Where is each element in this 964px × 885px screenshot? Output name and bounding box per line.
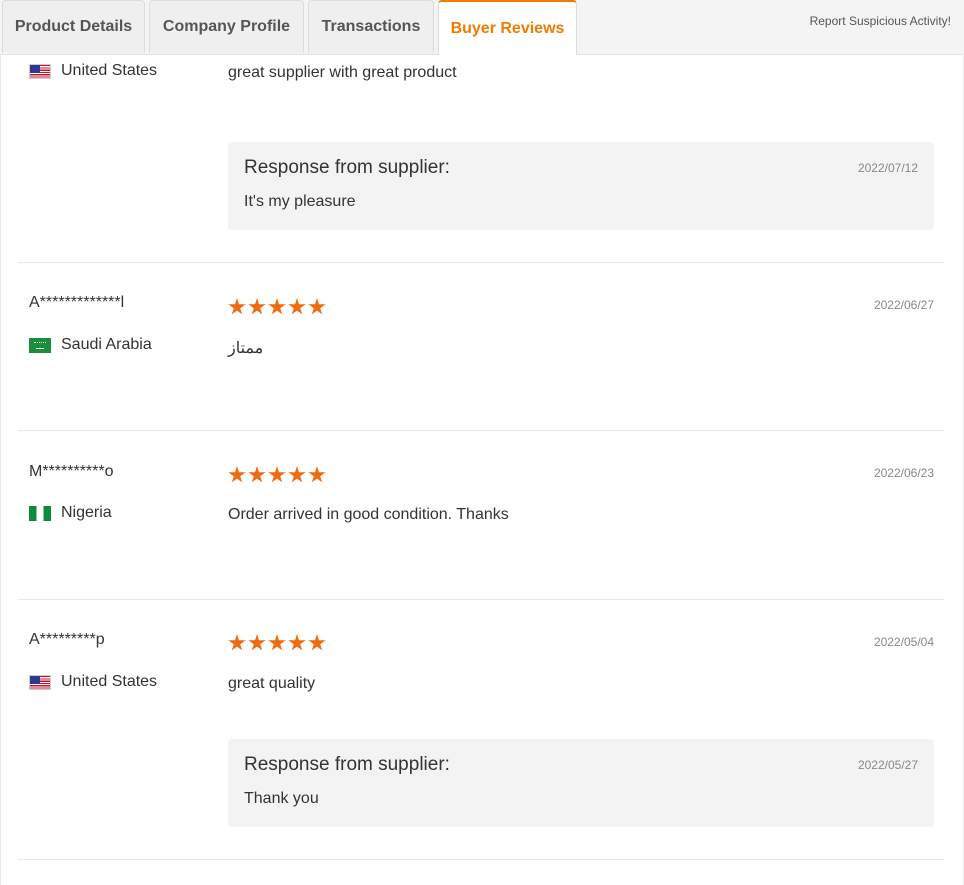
tab-buyer-reviews[interactable]: Buyer Reviews — [438, 0, 577, 55]
buyer-country: Saudi Arabia — [29, 336, 152, 354]
star-icon — [288, 298, 306, 315]
review-comment: ممتاز — [228, 340, 264, 357]
response-title: Response from supplier: — [244, 157, 450, 178]
tab-bar: Product Details Company Profile Transact… — [0, 0, 964, 55]
review-comment: Order arrived in good condition. Thanks — [228, 506, 509, 523]
review-item: A*********p 2022/05/04 United States gre… — [18, 600, 944, 860]
star-icon — [268, 298, 286, 315]
supplier-response: Response from supplier: 2022/05/27 Thank… — [228, 739, 934, 827]
star-icon — [308, 466, 326, 483]
country-label: Saudi Arabia — [61, 336, 152, 353]
tab-product-details[interactable]: Product Details — [2, 0, 145, 53]
star-rating — [228, 298, 328, 316]
star-icon — [228, 466, 246, 483]
star-icon — [228, 298, 246, 315]
sa-flag-icon — [29, 337, 51, 353]
star-icon — [308, 298, 326, 315]
country-label: United States — [61, 62, 158, 79]
review-item: United States great supplier with great … — [18, 54, 944, 263]
response-text: It's my pleasure — [244, 193, 356, 210]
tab-transactions[interactable]: Transactions — [308, 0, 434, 53]
review-date: 2022/05/04 — [873, 635, 934, 649]
buyer-country: United States — [29, 62, 157, 80]
star-icon — [268, 466, 286, 483]
review-date: 2022/06/23 — [873, 466, 934, 480]
review-item: M**********o 2022/06/23 Nigeria Order ar… — [18, 431, 944, 600]
star-icon — [248, 466, 266, 483]
ng-flag-icon — [29, 505, 51, 521]
buyer-country: United States — [29, 673, 157, 691]
tab-company-profile[interactable]: Company Profile — [149, 0, 304, 53]
response-text: Thank you — [244, 790, 319, 807]
us-flag-icon — [29, 63, 51, 79]
us-flag-icon — [29, 674, 51, 690]
star-icon — [248, 634, 266, 651]
review-item: A*************l 2022/06/27 Saudi Arabia … — [18, 262, 944, 431]
review-date: 2022/06/27 — [873, 298, 934, 312]
buyer-name: A*************l — [29, 294, 125, 311]
country-label: Nigeria — [61, 504, 112, 521]
reviews-list: United States great supplier with great … — [0, 54, 964, 885]
country-label: United States — [61, 673, 158, 690]
star-rating — [228, 466, 328, 484]
star-icon — [308, 634, 326, 651]
star-icon — [288, 466, 306, 483]
star-icon — [228, 634, 246, 651]
response-date: 2022/07/12 — [857, 161, 918, 175]
star-icon — [268, 634, 286, 651]
report-suspicious-activity-link[interactable]: Report Suspicious Activity! — [810, 14, 951, 28]
star-rating — [228, 634, 328, 652]
response-date: 2022/05/27 — [857, 758, 918, 772]
supplier-response: Response from supplier: 2022/07/12 It's … — [228, 142, 934, 230]
star-icon — [248, 298, 266, 315]
star-icon — [288, 634, 306, 651]
buyer-country: Nigeria — [29, 504, 112, 522]
review-comment: great supplier with great product — [228, 64, 457, 81]
buyer-reviews-page: Product Details Company Profile Transact… — [0, 0, 964, 885]
buyer-name: A*********p — [29, 631, 105, 648]
response-title: Response from supplier: — [244, 754, 450, 775]
buyer-name: M**********o — [29, 463, 114, 480]
review-comment: great quality — [228, 675, 316, 692]
